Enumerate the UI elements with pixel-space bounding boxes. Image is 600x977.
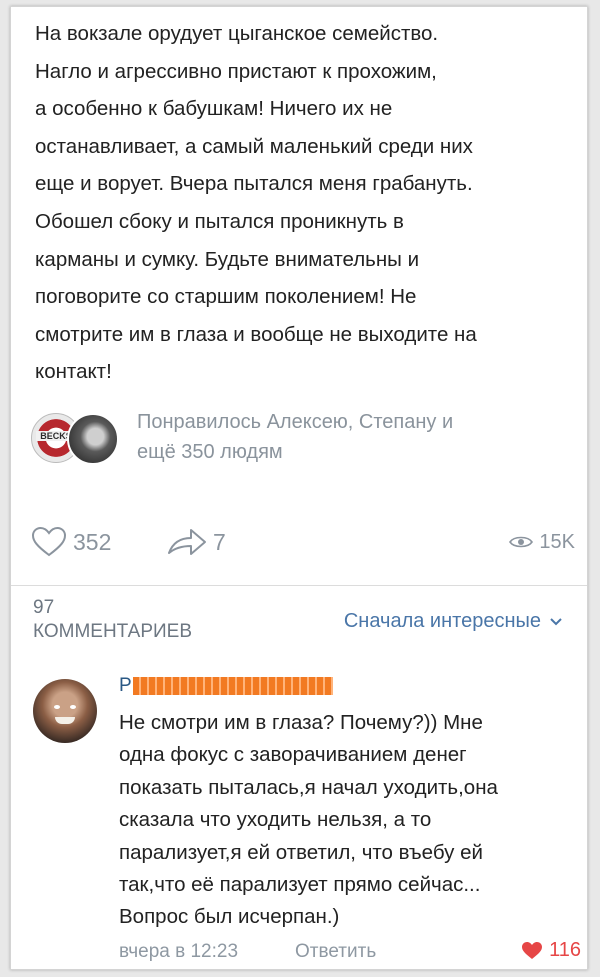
avatar-eye [70,705,76,709]
comments-number: 97 [33,597,55,618]
comments-count: 97 КОММЕНТАРИЕВ [33,596,192,644]
share-count: 7 [213,528,226,555]
comment-author[interactable]: Р [119,675,132,697]
post-line: а особенно к бабушкам! Ничего их не [35,97,393,121]
comment-line: так,что её парализует прямо сейчас... [119,873,481,897]
liked-by-text[interactable]: Понравилось Алексею, Степану и ещё 350 л… [137,407,577,467]
comment-line: Вопрос был исчерпан.) [119,905,340,929]
like-button[interactable]: 352 [31,519,111,565]
liker-avatar[interactable] [67,413,119,465]
post-line: контакт! [35,360,112,384]
chevron-down-icon [550,617,562,625]
post-line: карманы и сумку. Будьте внимательны и [35,247,420,271]
post-line: Нагло и агрессивно пристают к прохожим, [35,59,437,83]
reply-link[interactable]: Ответить [295,941,376,963]
redacted-author-name [133,677,333,695]
screenshot-frame: На вокзале орудует цыганское семейство. … [10,6,588,970]
post-line: Обошел сбоку и пытался проникнуть в [35,209,404,233]
comment-line: парализует,я ей ответил, что въебу ей [119,840,483,864]
post-line: останавливает, а самый маленький среди н… [35,134,473,158]
comment-time: вчера в 12:23 [119,941,239,962]
commenter-avatar[interactable] [33,679,97,743]
sort-label: Сначала интересные [343,610,541,632]
comment-line: показать пыталась,я начал уходить,она [119,775,498,799]
like-count: 352 [73,528,112,555]
heart-outline-icon [31,526,67,557]
comment-line: сказала что уходить нельзя, а то [119,808,432,832]
post-stats: 352 7 15K [31,519,581,565]
comment-meta: вчера в 12:23 Ответить 116 [119,937,581,967]
liked-by-row[interactable]: BECKS Понравилось Алексею, Степану и ещё… [31,405,581,475]
heart-filled-icon [522,941,543,959]
comment-sort-dropdown[interactable]: Сначала интересные [344,610,563,633]
comments-label: КОММЕНТАРИЕВ [33,621,193,642]
divider [11,585,587,586]
share-button[interactable]: 7 [167,519,226,565]
avatar-eye [54,705,60,709]
views-counter: 15K [509,519,575,565]
post-line: На вокзале орудует цыганское семейство. [35,22,439,45]
liked-by-line: Понравилось Алексею, Степану и [137,411,454,433]
post-line: поговорите со старшим поколением! Не [35,285,417,309]
comment-like-button[interactable]: 116 [521,939,581,962]
comment-line: Не смотри им в глаза? Почему?)) Мне [119,711,483,734]
comment-like-count: 116 [549,939,581,961]
eye-icon [509,536,534,548]
comment-text: Не смотри им в глаза? Почему?)) Мне одна… [119,707,581,934]
views-count: 15K [539,530,575,553]
comment-line: одна фокус с заворачиванием денег [119,743,467,767]
comment-item: Р Не смотри им в глаза? Почему?)) Мне од… [33,673,583,969]
post-line: еще и ворует. Вчера пытался меня грабану… [35,172,473,196]
avatar-mouth [55,717,75,724]
share-arrow-icon [168,529,206,555]
post-line: смотрите им в глаза и вообще не выходите… [35,322,477,346]
post-text: На вокзале орудует цыганское семейство. … [35,15,580,391]
liked-by-line: ещё 350 людям [137,441,283,463]
